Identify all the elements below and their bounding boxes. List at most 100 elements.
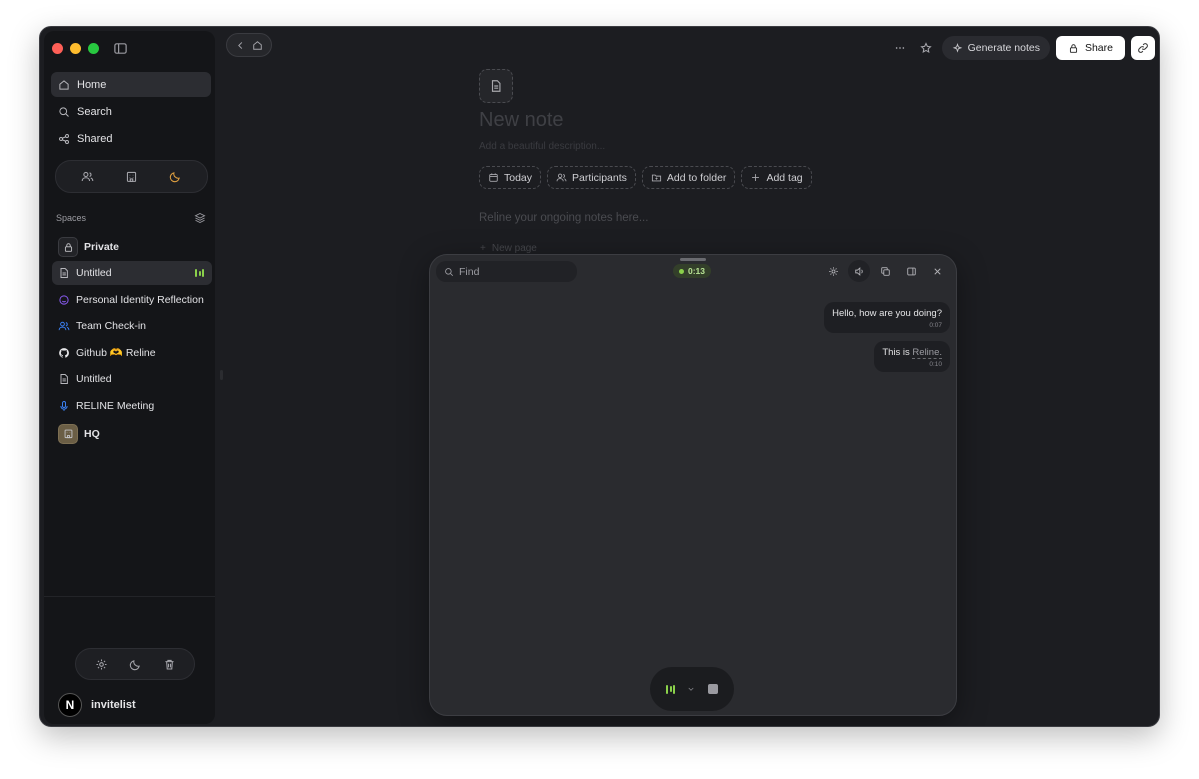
space-item-untitled-active[interactable]: Untitled <box>52 261 212 285</box>
building-icon <box>58 423 78 444</box>
find-input[interactable]: Find <box>436 261 577 282</box>
document-icon <box>58 373 70 385</box>
spaces-header: Spaces <box>56 212 206 224</box>
note-description[interactable]: Add a beautiful description... <box>479 141 605 152</box>
audio-level-icon[interactable] <box>666 684 676 694</box>
message-text: Hello, how are you doing? <box>832 308 942 319</box>
chevron-left-icon[interactable] <box>235 40 246 51</box>
document-icon <box>58 267 70 279</box>
space-item-reline-meeting[interactable]: RELINE Meeting <box>52 394 212 418</box>
speaker-toggle-button[interactable] <box>848 260 870 282</box>
microphone-icon <box>58 400 70 412</box>
recording-timer: 0:13 <box>673 264 712 278</box>
nav-item-search[interactable]: Search <box>51 99 211 124</box>
panel-settings-button[interactable] <box>822 260 844 282</box>
workspace-switcher <box>55 160 208 193</box>
add-tag-chip[interactable]: Add tag <box>741 166 812 189</box>
space-label: Untitled <box>76 373 112 386</box>
minimize-window-button[interactable] <box>70 43 81 54</box>
chevron-down-icon[interactable] <box>687 680 695 698</box>
share-button[interactable]: Share <box>1055 36 1125 60</box>
trash-icon[interactable] <box>163 658 176 671</box>
space-item-untitled[interactable]: Untitled <box>52 367 212 391</box>
split-view-button[interactable] <box>900 260 922 282</box>
copy-link-button[interactable] <box>1131 36 1155 60</box>
note-body-editor[interactable]: Reline your ongoing notes here... <box>479 212 648 224</box>
note-title[interactable]: New note <box>479 109 564 132</box>
space-label: Untitled <box>76 267 112 279</box>
nav-item-label: Shared <box>77 132 113 145</box>
note-icon-picker[interactable] <box>479 69 513 103</box>
space-item-private[interactable]: Private <box>52 234 212 260</box>
new-page-button[interactable]: + New page <box>480 243 537 254</box>
star-icon[interactable] <box>916 36 936 60</box>
nav-item-shared[interactable]: Shared <box>51 126 211 151</box>
message-timestamp: 0:07 <box>929 322 942 329</box>
user-profile[interactable]: N invitelist <box>58 693 136 717</box>
stop-recording-button[interactable] <box>707 684 718 694</box>
space-item-team-check-in[interactable]: Team Check-in <box>52 314 212 338</box>
toolbar: Generate notes Share <box>890 36 1155 60</box>
moon-icon[interactable] <box>169 170 182 183</box>
moon-icon[interactable] <box>129 658 142 671</box>
user-name: invitelist <box>91 699 136 711</box>
space-item-personal-identity[interactable]: Personal Identity Reflection <box>52 288 212 312</box>
space-label: Personal Identity Reflection <box>76 293 204 306</box>
chip-label: Add tag <box>766 171 803 184</box>
panel-drag-handle[interactable] <box>680 258 706 261</box>
space-label: Team Check-in <box>76 320 147 333</box>
close-icon <box>933 267 941 275</box>
copy-icon <box>880 266 890 276</box>
space-item-github-reline[interactable]: Github 🫶 Reline <box>52 341 212 365</box>
close-panel-button[interactable] <box>926 260 948 282</box>
date-chip[interactable]: Today <box>479 166 542 189</box>
generate-notes-button[interactable]: Generate notes <box>941 36 1050 60</box>
smiley-icon <box>58 294 70 306</box>
copy-transcript-button[interactable] <box>874 260 896 282</box>
participants-chip[interactable]: Participants <box>547 166 636 189</box>
zoom-window-button[interactable] <box>88 43 99 54</box>
building-icon[interactable] <box>125 170 138 183</box>
add-to-folder-chip[interactable]: Add to folder <box>641 166 736 189</box>
timer-value: 0:13 <box>688 266 706 276</box>
sidebar-resize-handle[interactable] <box>220 370 223 380</box>
gear-icon <box>828 266 838 276</box>
message-text: This is Reline. <box>882 347 942 359</box>
sidebar-footer-actions <box>75 648 195 680</box>
chip-label: Today <box>504 171 533 184</box>
plus-icon <box>752 174 760 181</box>
recording-indicator-icon <box>195 269 204 277</box>
window-controls <box>52 43 99 54</box>
message-timestamp: 0:10 <box>929 361 942 368</box>
lock-icon <box>1069 43 1078 53</box>
space-label: Github 🫶 Reline <box>76 347 156 360</box>
gear-icon[interactable] <box>95 658 108 671</box>
space-label: Private <box>84 241 120 253</box>
chip-label: Add to folder <box>666 171 727 184</box>
search-icon <box>59 106 69 117</box>
space-label: HQ <box>84 427 100 440</box>
share-icon <box>59 133 69 144</box>
people-icon[interactable] <box>81 170 94 183</box>
panel-toolbar <box>822 260 948 282</box>
sidebar-icon[interactable] <box>113 41 128 56</box>
transcript-message: This is Reline. 0:10 <box>874 341 950 372</box>
more-options-icon[interactable] <box>890 36 910 60</box>
home-icon[interactable] <box>252 40 263 51</box>
note-properties: Today Participants Add to folder Add tag <box>479 166 812 189</box>
nav-item-label: Home <box>77 78 107 91</box>
space-item-hq[interactable]: HQ <box>52 421 212 447</box>
transcript-panel: Find 0:13 Hello, how are you doing? 0:07… <box>429 254 957 716</box>
message-highlight[interactable]: Reline. <box>912 347 942 359</box>
avatar: N <box>58 693 82 717</box>
recording-dot-icon <box>679 268 684 274</box>
lock-icon <box>58 237 78 257</box>
close-window-button[interactable] <box>52 43 63 54</box>
nav-item-home[interactable]: Home <box>51 72 211 97</box>
plus-icon: + <box>480 243 486 254</box>
speaker-icon <box>854 266 863 276</box>
recording-controls <box>650 667 734 711</box>
home-icon <box>59 79 69 90</box>
space-label: RELINE Meeting <box>76 399 155 412</box>
layers-icon[interactable] <box>194 212 206 224</box>
